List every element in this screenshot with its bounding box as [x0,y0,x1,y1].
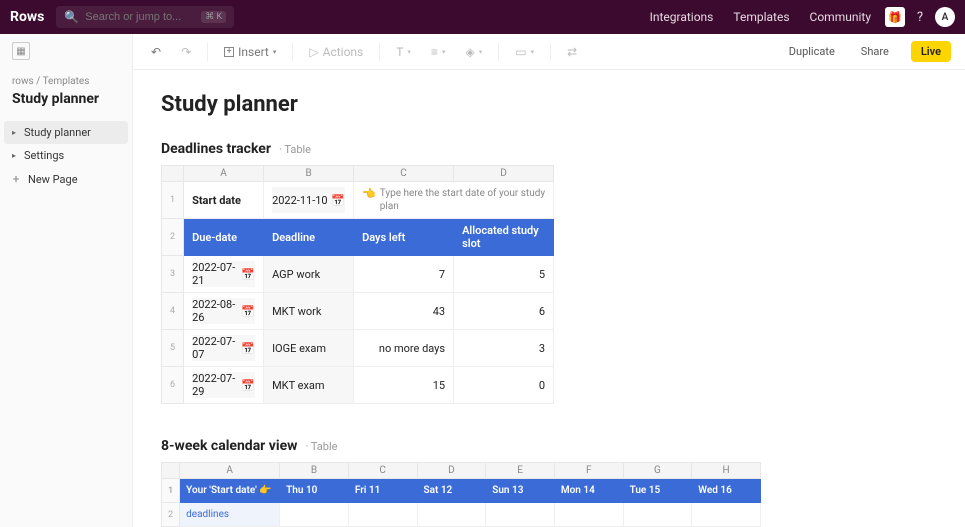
hint-cell: 👈Type here the start date of your study … [354,182,554,219]
calendar-icon: 📅 [241,342,255,355]
link-button[interactable]: ⇄ [563,42,581,62]
table-icon[interactable]: ▦ [12,42,30,60]
sidebar-item-study-planner[interactable]: ▸ Study planner [4,121,128,144]
deadlines-table[interactable]: A B C D 1 Start date 2022-11-10📅 👈Type h… [161,165,554,404]
main-area: ↶ ↷ + Insert ▾ ▷ Actions T ▾ ≡ ▾ ◈ ▾ ▭ ▾… [133,34,965,527]
plus-icon: + [12,172,20,186]
sidebar-item-settings[interactable]: ▸ Settings [0,144,132,167]
play-icon: ▷ [309,45,318,59]
format-button[interactable]: ◈ ▾ [461,42,486,62]
page-title: Study planner [161,92,937,117]
content: Study planner Deadlines tracker · Table … [133,70,965,527]
sidebar: ▦ rows / Templates Study planner ▸ Study… [0,34,133,527]
table-row[interactable]: 32022-07-21📅AGP work75 [162,256,554,293]
gift-icon[interactable]: 🎁 [885,7,905,27]
redo-button[interactable]: ↷ [177,42,195,62]
sidebar-item-label: Study planner [24,126,91,139]
calendar-icon: 📅 [241,305,255,318]
insert-button[interactable]: + Insert ▾ [220,42,280,62]
actions-button[interactable]: ▷ Actions [305,42,367,62]
sidebar-item-label: Settings [24,149,64,162]
search-input[interactable] [85,11,195,23]
table-row[interactable]: 42022-08-26📅MKT work436 [162,293,554,330]
table-row[interactable]: 52022-07-07📅IOGE examno more days3 [162,330,554,367]
sidebar-item-label: New Page [28,173,78,186]
avatar[interactable]: A [935,7,955,27]
chevron-right-icon: ▸ [12,128,16,137]
nav-community[interactable]: Community [810,10,871,24]
nav-templates[interactable]: Templates [733,10,789,24]
plus-box-icon: + [224,47,234,57]
search-box[interactable]: 🔍 ⌘ K [56,6,234,28]
text-format-button[interactable]: T ▾ [392,42,415,62]
calendar-table[interactable]: A B C D E F G H 1Your 'Start date' 👉Thu … [161,462,761,527]
pointing-hand-icon: 👈 [362,187,376,200]
sidebar-new-page[interactable]: + New Page [0,167,132,191]
app-header: Rows 🔍 ⌘ K Integrations Templates Commun… [0,0,965,34]
table-row[interactable]: 62022-07-29📅MKT exam150 [162,367,554,404]
breadcrumb-root[interactable]: rows [12,76,34,87]
chevron-right-icon: ▸ [12,151,16,160]
layout-button[interactable]: ▭ ▾ [511,42,538,62]
section-title-deadlines: Deadlines tracker [161,141,271,157]
section-title-calendar: 8-week calendar view [161,438,297,454]
breadcrumb: rows / Templates [0,66,132,87]
help-icon[interactable]: ? [911,8,929,26]
live-button[interactable]: Live [911,41,951,62]
nav-integrations[interactable]: Integrations [650,10,714,24]
start-date-cell[interactable]: 2022-11-10📅 [264,182,354,219]
start-date-label: Start date [184,182,264,219]
logo[interactable]: Rows [10,9,44,25]
chevron-down-icon: ▾ [273,48,277,56]
calendar-icon: 📅 [331,194,345,207]
search-shortcut: ⌘ K [201,11,226,23]
search-icon: 🔍 [64,10,79,24]
align-button[interactable]: ≡ ▾ [427,42,450,62]
breadcrumb-templates[interactable]: Templates [43,76,90,87]
calendar-icon: 📅 [241,379,255,392]
sidebar-title: Study planner [0,87,132,121]
undo-button[interactable]: ↶ [147,42,165,62]
duplicate-button[interactable]: Duplicate [789,45,835,58]
calendar-icon: 📅 [241,268,255,281]
toolbar: ↶ ↷ + Insert ▾ ▷ Actions T ▾ ≡ ▾ ◈ ▾ ▭ ▾… [133,34,965,70]
share-button[interactable]: Share [861,45,889,58]
